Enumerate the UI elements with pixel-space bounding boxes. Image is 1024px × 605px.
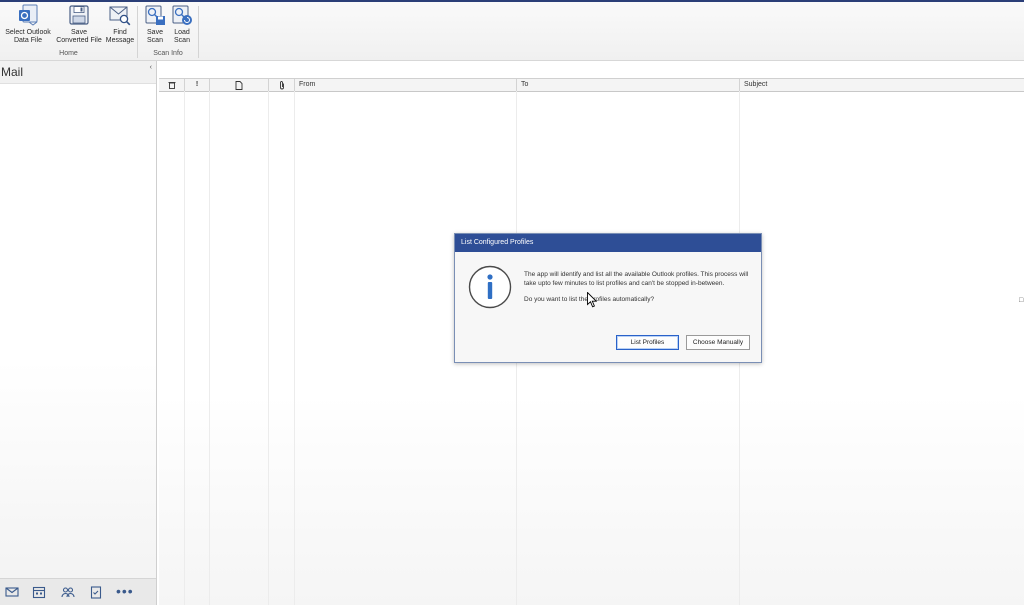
button-label-line1: Select Outlook <box>5 29 51 36</box>
save-converted-file-button[interactable]: Save Converted File <box>55 4 103 45</box>
column-header-subject[interactable]: Subject <box>740 79 1024 91</box>
button-label-line1: Load <box>174 29 190 36</box>
ribbon-group-divider <box>137 6 138 58</box>
calendar-icon[interactable] <box>32 585 46 599</box>
collapse-pane-button[interactable]: ‹ <box>150 64 152 71</box>
column-header-importance[interactable]: ! <box>185 79 210 91</box>
ribbon-group-home: Select Outlook Data File Save Converted … <box>0 2 137 60</box>
ribbon-group-label: Scan Info <box>153 50 183 57</box>
message-list-header: ! From To Subject <box>159 78 1024 92</box>
folder-pane-title: Mail <box>1 65 24 79</box>
list-profiles-button[interactable]: List Profiles <box>616 335 679 350</box>
find-message-icon <box>109 6 131 26</box>
more-modules-button[interactable]: ••• <box>116 583 134 599</box>
mail-icon[interactable] <box>5 585 19 599</box>
info-icon <box>468 265 512 309</box>
list-profiles-dialog: List Configured Profiles The app will id… <box>454 233 762 363</box>
button-label-line1: Save <box>147 29 163 36</box>
button-label-line2: Scan <box>147 37 163 44</box>
resize-handle-icon: □ <box>1019 297 1024 304</box>
save-scan-button[interactable]: Save Scan <box>142 4 168 45</box>
button-label-line2: Converted File <box>56 37 102 44</box>
dialog-message: The app will identify and list all the a… <box>524 271 752 313</box>
save-scan-icon <box>145 5 165 25</box>
column-header-document[interactable] <box>210 79 269 91</box>
tasks-icon[interactable] <box>89 585 103 599</box>
find-message-button[interactable]: Find Message <box>104 4 136 45</box>
outlook-file-icon <box>19 4 38 26</box>
column-header-to[interactable]: To <box>517 79 740 91</box>
button-label-line1: Find <box>113 29 127 36</box>
document-icon <box>235 80 243 90</box>
button-label-line1: Save <box>71 29 87 36</box>
folder-pane: Mail ‹ ••• <box>0 61 157 605</box>
column-divider <box>209 91 210 605</box>
contacts-icon[interactable] <box>61 585 75 599</box>
dialog-title: List Configured Profiles <box>455 234 761 252</box>
attachment-icon <box>279 80 284 89</box>
mouse-pointer-icon <box>587 292 597 308</box>
folder-pane-header: Mail ‹ <box>0 61 156 84</box>
ribbon-group-scan-info: Save Scan Load Scan Scan Info <box>139 2 197 60</box>
button-label-line2: Scan <box>174 37 190 44</box>
dialog-message-text: The app will identify and list all the a… <box>524 271 749 287</box>
ribbon-toolbar: Select Outlook Data File Save Converted … <box>0 2 1024 61</box>
column-divider <box>294 91 295 605</box>
module-nav-bar: ••• <box>0 578 156 605</box>
select-outlook-data-file-button[interactable]: Select Outlook Data File <box>2 4 54 45</box>
load-scan-icon <box>172 5 192 25</box>
ribbon-group-divider <box>198 6 199 58</box>
column-header-attachment[interactable] <box>269 79 295 91</box>
column-header-delete[interactable] <box>159 79 185 91</box>
button-label-line2: Message <box>105 37 135 44</box>
column-header-from[interactable]: From <box>295 79 517 91</box>
button-label-line2: Data File <box>13 37 42 44</box>
save-icon <box>69 5 89 25</box>
ribbon-group-label: Home <box>59 50 78 57</box>
choose-manually-button[interactable]: Choose Manually <box>686 335 750 350</box>
column-divider <box>268 91 269 605</box>
load-scan-button[interactable]: Load Scan <box>169 4 195 45</box>
dialog-question-text: Do you want to list the profiles automat… <box>524 296 655 303</box>
column-divider <box>184 91 185 605</box>
delete-icon <box>168 82 175 89</box>
